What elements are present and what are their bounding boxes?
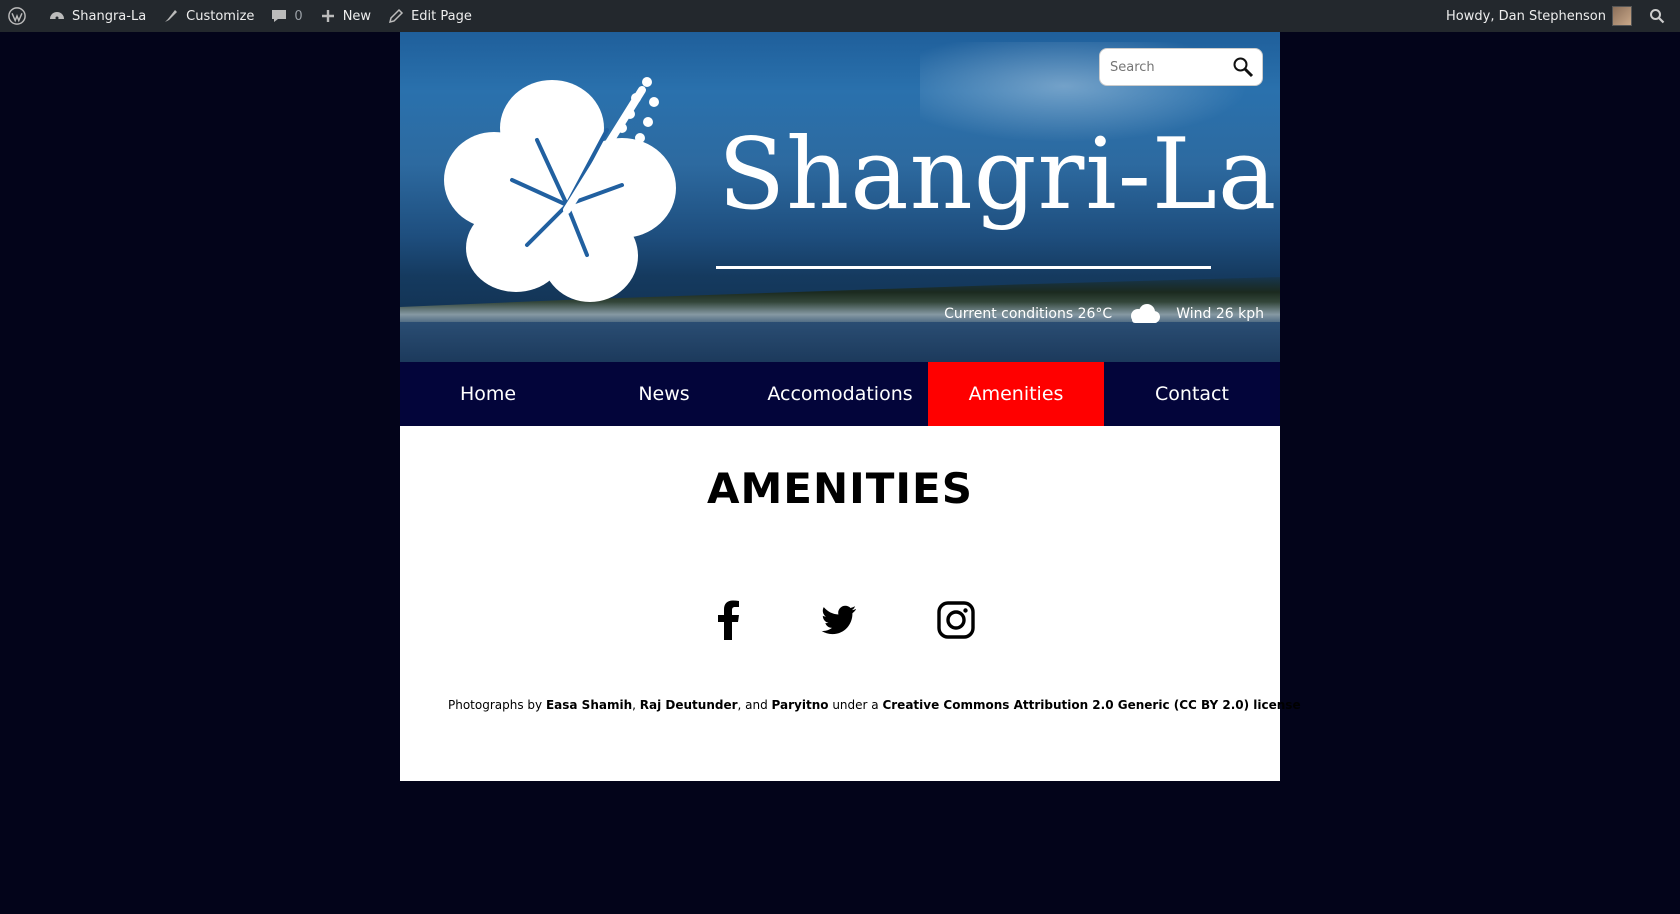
header-banner: Shangri-La Current conditions 26°C Wind … [400, 32, 1280, 362]
avatar [1612, 6, 1632, 26]
hibiscus-logo-icon[interactable] [442, 70, 692, 310]
search-icon[interactable] [1232, 56, 1254, 78]
edit-page-link[interactable]: Edit Page [379, 0, 480, 32]
nav-item-home[interactable]: Home [400, 362, 576, 426]
title-underline [716, 266, 1211, 269]
weather-conditions: Current conditions 26°C [944, 306, 1113, 322]
search-input[interactable] [1108, 58, 1232, 76]
cloud-icon [1126, 304, 1162, 324]
license-link[interactable]: Creative Commons Attribution 2.0 Generic… [882, 698, 1300, 712]
nav-item-news[interactable]: News [576, 362, 752, 426]
customize-label: Customize [186, 8, 255, 24]
howdy-label: Howdy, Dan Stephenson [1446, 8, 1606, 24]
paintbrush-icon [162, 7, 180, 25]
weather-widget: Current conditions 26°C Wind 26 kph [944, 304, 1264, 324]
credits-middle: under a [828, 698, 883, 712]
credit-link-paryitno[interactable]: Paryitno [772, 698, 829, 712]
nav-item-contact[interactable]: Contact [1104, 362, 1280, 426]
facebook-icon[interactable] [705, 597, 751, 643]
edit-page-label: Edit Page [411, 8, 472, 24]
wordpress-icon [8, 7, 26, 25]
new-label: New [342, 8, 372, 24]
credits-prefix: Photographs by [448, 698, 546, 712]
comments-count: 0 [294, 8, 303, 24]
customize-link[interactable]: Customize [154, 0, 262, 32]
site-container: Shangri-La Current conditions 26°C Wind … [400, 32, 1301, 781]
admin-bar-right: Howdy, Dan Stephenson [1438, 0, 1680, 32]
comments-link[interactable]: 0 [262, 0, 310, 32]
credit-link-raj-deutunder[interactable]: Raj Deutunder [640, 698, 738, 712]
plus-icon [319, 7, 337, 25]
credits-separator: , and [737, 698, 772, 712]
dashboard-icon [48, 7, 66, 25]
social-links [400, 597, 1280, 643]
nav-item-amenities[interactable]: Amenities [928, 362, 1104, 426]
site-name-label: Shangra-La [72, 8, 147, 24]
site-title[interactable]: Shangri-La [718, 120, 1277, 230]
admin-bar: Shangra-La Customize 0 New Edit Page How… [0, 0, 1680, 32]
nav-item-accomodations[interactable]: Accomodations [752, 362, 928, 426]
admin-bar-left: Shangra-La Customize 0 New Edit Page [0, 0, 480, 32]
wordpress-logo-button[interactable] [0, 0, 40, 32]
comment-icon [270, 7, 288, 25]
pencil-icon [387, 7, 405, 25]
site-name-link[interactable]: Shangra-La [40, 0, 154, 32]
search-icon [1648, 7, 1666, 25]
new-content-link[interactable]: New [311, 0, 379, 32]
sea-foreground [400, 322, 1280, 362]
search-box[interactable] [1099, 48, 1263, 86]
admin-search-button[interactable] [1640, 0, 1680, 32]
credits-separator: , [632, 698, 640, 712]
my-account-link[interactable]: Howdy, Dan Stephenson [1438, 0, 1640, 32]
main-navigation: Home News Accomodations Amenities Contac… [400, 362, 1280, 426]
page-title: AMENITIES [707, 464, 973, 513]
credit-link-easa-shamih[interactable]: Easa Shamih [546, 698, 632, 712]
photo-credits: Photographs by Easa Shamih, Raj Deutunde… [448, 698, 1301, 712]
twitter-icon[interactable] [816, 597, 862, 643]
instagram-icon[interactable] [933, 597, 979, 643]
weather-wind: Wind 26 kph [1176, 306, 1264, 322]
